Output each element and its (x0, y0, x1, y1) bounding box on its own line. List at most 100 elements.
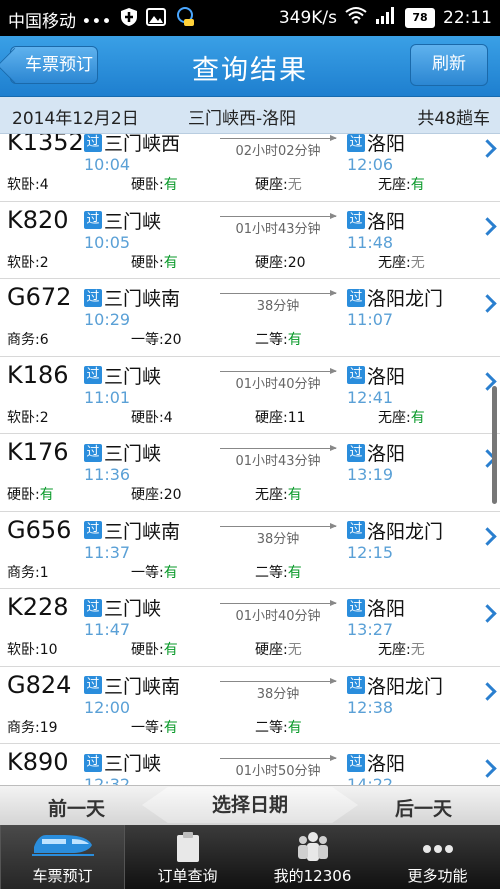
tab-label: 更多功能 (407, 867, 468, 885)
travel-duration: 38分钟 (256, 686, 300, 702)
departure-time: 12:00 (84, 697, 131, 717)
seat-availability: 软卧:4 (7, 174, 49, 194)
seat-class-label: 无座: (378, 254, 411, 271)
arrival-station-name: 洛阳龙门 (367, 520, 444, 543)
arrival-station-name: 洛阳 (367, 598, 406, 620)
seat-count: 6 (39, 332, 49, 348)
pass-through-badge: 过 (84, 443, 102, 462)
departure-station-name: 三门峡 (104, 753, 162, 775)
arrival-station: 过洛阳龙门 (347, 517, 443, 544)
chevron-right-icon[interactable] (478, 526, 497, 546)
tab-my-12306[interactable]: 我的12306 (250, 825, 375, 889)
seat-availability: 软卧:2 (7, 252, 49, 272)
seat-availability: 商务:1 (7, 562, 49, 582)
signal-icon (375, 6, 397, 29)
tab-label: 我的12306 (273, 867, 352, 885)
seat-class-label: 硬座: (255, 642, 288, 658)
travel-duration: 01小时43分钟 (235, 221, 321, 237)
arrival-station-name: 洛阳龙门 (367, 288, 444, 310)
chevron-right-icon[interactable] (478, 294, 497, 313)
tab-label: 车票预订 (32, 867, 93, 885)
clipboard-icon (175, 831, 201, 867)
pass-through-badge: 过 (84, 366, 102, 384)
train-row[interactable]: G672 过三门峡南 10:29 38分钟过洛阳龙门 11:07 商务:6 一等:20 二等:… (0, 279, 500, 357)
seat-class-label: 软卧: (7, 254, 40, 271)
arrival-time: 14:22 (347, 775, 394, 785)
departure-station-name: 三门峡南 (104, 675, 181, 698)
train-row[interactable]: K176 过三门峡 11:36 01小时43分钟过洛阳 13:19 硬卧:有 硬座:20 无座… (0, 434, 500, 512)
arrival-time: 11:07 (347, 310, 394, 329)
seat-availability: 二等:有 (255, 562, 302, 582)
pass-through-badge: 过 (347, 211, 365, 229)
seat-count: 无 (410, 642, 425, 658)
seat-availability: 无座:有 (378, 174, 425, 194)
seat-availability: 一等:20 (131, 329, 182, 349)
tab-ticket-booking[interactable]: 车票预订 (0, 825, 125, 889)
seat-availability: 二等:有 (255, 329, 302, 349)
seat-class-label: 硬卧: (131, 642, 164, 658)
select-date-button[interactable]: 选择日期 (142, 787, 358, 823)
train-row[interactable]: K186 过三门峡 11:01 01小时40分钟过洛阳 12:41 软卧:2 硬卧:4 硬座:… (0, 357, 500, 434)
seat-availability: 一等:有 (131, 562, 178, 582)
train-row[interactable]: G656 过三门峡南 11:37 38分钟过洛阳龙门 12:15 商务:1 一等:有 二等:有 (0, 512, 500, 589)
seat-count: 11 (287, 409, 306, 426)
seat-class-label: 一等: (131, 332, 164, 348)
tab-order-query[interactable]: 订单查询 (125, 825, 250, 889)
tab-more-functions[interactable]: 更多功能 (375, 825, 500, 889)
arrival-station-name: 洛阳龙门 (367, 675, 444, 698)
duration-arrow (220, 755, 337, 761)
image-icon (145, 8, 166, 31)
pass-through-badge: 过 (84, 211, 102, 229)
seat-class-label: 软卧: (7, 177, 40, 193)
seat-availability: 商务:19 (7, 717, 58, 737)
seat-class-label: 硬卧: (131, 254, 164, 271)
pass-through-badge: 过 (347, 134, 365, 152)
pass-through-badge: 过 (84, 753, 102, 772)
seat-availability: 无座:有 (255, 484, 302, 504)
date-navigation-bar: 前一天 选择日期 后一天 (0, 785, 500, 826)
seat-count: 有 (163, 642, 178, 658)
departure-station: 过三门峡 (84, 439, 161, 466)
seat-count: 有 (163, 177, 178, 193)
departure-station: 过三门峡 (84, 749, 161, 776)
train-row[interactable]: K820 过三门峡 10:05 01小时43分钟过洛阳 11:48 软卧:2 硬卧:有 硬座:… (0, 202, 500, 279)
departure-time: 11:47 (84, 620, 131, 639)
train-row[interactable]: K1352 过三门峡西 10:04 02小时02分钟过洛阳 12:06 软卧:4 硬卧:有硬… (0, 134, 500, 202)
pass-through-badge: 过 (84, 521, 102, 539)
departure-station-name: 三门峡 (104, 365, 162, 388)
previous-day-button[interactable]: 前一天 (48, 794, 105, 821)
refresh-button[interactable]: 刷新 (410, 44, 488, 86)
shield-icon (120, 7, 138, 32)
seat-count: 有 (410, 409, 425, 426)
seat-availability: 一等:有 (131, 717, 178, 737)
seat-count: 20 (163, 487, 182, 503)
train-row[interactable]: K890 过三门峡 12:32 01小时50分钟过洛阳 14:22 (0, 744, 500, 785)
chat-bot-icon (174, 6, 196, 33)
train-number: K820 (7, 205, 69, 234)
arrival-station: 过洛阳 (347, 594, 405, 621)
seat-availability: 硬卧:有 (131, 174, 178, 194)
scrollbar[interactable] (492, 386, 497, 504)
chevron-right-icon[interactable] (478, 216, 497, 236)
chevron-right-icon[interactable] (478, 681, 497, 701)
departure-station: 过三门峡 (84, 207, 161, 234)
pass-through-badge: 过 (84, 676, 102, 694)
seat-class-label: 无座: (378, 177, 411, 193)
seat-class-label: 商务: (7, 332, 40, 348)
next-day-button[interactable]: 后一天 (395, 794, 452, 821)
seat-class-label: 无座: (255, 487, 288, 503)
pass-through-badge: 过 (347, 753, 365, 772)
travel-duration: 01小时40分钟 (235, 609, 321, 624)
departure-station: 过三门峡 (84, 594, 161, 621)
travel-duration: 02小时02分钟 (235, 144, 321, 159)
arrival-station-name: 洛阳 (367, 210, 406, 233)
train-row[interactable]: G824 过三门峡南 12:00 38分钟过洛阳龙门 12:38 商务:19 一等:有 二等:… (0, 667, 500, 744)
arrival-station-name: 洛阳 (367, 753, 406, 775)
train-list[interactable]: K1352 过三门峡西 10:04 02小时02分钟过洛阳 12:06 软卧:4 硬卧:有硬… (0, 134, 500, 785)
clock: 22:11 (443, 7, 492, 28)
chevron-right-icon[interactable] (478, 759, 497, 778)
chevron-right-icon[interactable] (478, 139, 497, 158)
seat-availability: 硬卧:4 (131, 407, 173, 427)
chevron-right-icon[interactable] (478, 604, 497, 623)
train-row[interactable]: K228 过三门峡 11:47 01小时40分钟过洛阳 13:27 软卧:10 硬卧:有 硬座… (0, 589, 500, 667)
